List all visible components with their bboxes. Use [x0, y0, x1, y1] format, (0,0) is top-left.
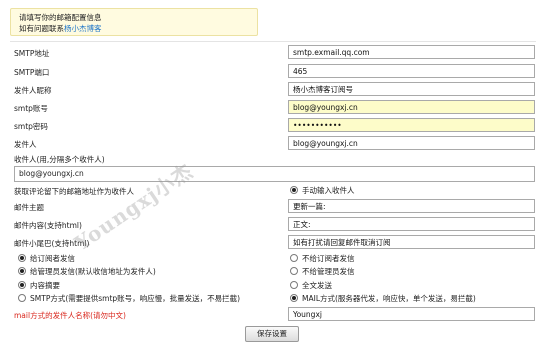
comment-option-label: 获取评论留下的邮箱地址作为收件人	[14, 187, 134, 196]
smtp-account-label: smtp账号	[14, 104, 48, 113]
sender-row: 发件人 blog@youngxj.cn	[0, 136, 546, 152]
subscriber-send-radio[interactable]: 给订阅者发信	[18, 254, 75, 264]
admin-send-radio[interactable]: 给管理员发信(默认收信地址为发件人)	[18, 267, 156, 277]
mail-footer-row: 邮件小尾巴(支持html) 如有打扰请回复邮件取消订阅	[0, 235, 546, 251]
sender-input[interactable]: blog@youngxj.cn	[288, 136, 535, 150]
smtp-password-row: smtp密码 •••••••••••	[0, 118, 546, 134]
sender-nickname-row: 发件人昵称 杨小杰博客订阅号	[0, 82, 546, 98]
radio-checked-icon	[18, 254, 26, 262]
mail-subject-label: 邮件主题	[14, 203, 44, 212]
sender-nickname-input[interactable]: 杨小杰博客订阅号	[288, 82, 535, 96]
smtp-password-label: smtp密码	[14, 122, 48, 131]
smtp-port-label: SMTP端口	[14, 68, 50, 77]
smtp-mode-label: SMTP方式(需要提供smtp账号，响应慢，批量发送，不易拦截)	[30, 294, 241, 303]
smtp-mode-radio[interactable]: SMTP方式(需要提供smtp账号，响应慢，批量发送，不易拦截)	[18, 294, 240, 304]
radio-unchecked-icon	[290, 267, 298, 275]
radio-checked-icon	[18, 267, 26, 275]
notice-line-2: 如有问题联系杨小杰博客	[19, 23, 249, 34]
mail-sender-input[interactable]: Youngxj	[288, 307, 535, 321]
divider	[10, 41, 536, 42]
mail-body-row: 邮件内容(支持html) 正文:	[0, 217, 546, 233]
radio-unchecked-icon	[18, 294, 26, 302]
recipient-label: 收件人(用,分隔多个收件人)	[14, 155, 105, 164]
radio-checked-icon	[290, 186, 298, 194]
smtp-host-label: SMTP地址	[14, 49, 50, 58]
admin-nosend-radio[interactable]: 不给管理员发信	[290, 267, 355, 277]
summary-radio[interactable]: 内容摘要	[18, 281, 60, 291]
manual-recipient-label: 手动输入收件人	[302, 186, 355, 195]
radio-checked-icon	[290, 294, 298, 302]
radio-unchecked-icon	[290, 281, 298, 289]
subscriber-send-label: 给订阅者发信	[30, 254, 75, 263]
sender-nickname-label: 发件人昵称	[14, 86, 52, 95]
summary-label: 内容摘要	[30, 281, 60, 290]
subscriber-nosend-label: 不给订阅者发信	[302, 254, 355, 263]
smtp-port-input[interactable]: 465	[288, 64, 535, 78]
mail-subject-row: 邮件主题 更新一篇:	[0, 199, 546, 215]
smtp-account-input[interactable]: blog@youngxj.cn	[288, 100, 535, 114]
admin-send-label: 给管理员发信(默认收信地址为发件人)	[30, 267, 156, 276]
full-text-label: 全文发送	[302, 281, 332, 290]
mail-mode-label: MAIL方式(服务器代发，响应快，单个发送，易拦截)	[302, 294, 476, 303]
mail-footer-input[interactable]: 如有打扰请回复邮件取消订阅	[288, 235, 535, 249]
blog-link[interactable]: 杨小杰博客	[64, 24, 102, 33]
mail-footer-label: 邮件小尾巴(支持html)	[14, 239, 90, 248]
radio-checked-icon	[18, 281, 26, 289]
subscriber-nosend-radio[interactable]: 不给订阅者发信	[290, 254, 355, 264]
sender-label: 发件人	[14, 140, 37, 149]
recipient-input[interactable]: blog@youngxj.cn	[14, 166, 535, 182]
mail-body-input[interactable]: 正文:	[288, 217, 535, 231]
radio-unchecked-icon	[290, 254, 298, 262]
mail-body-label: 邮件内容(支持html)	[14, 221, 82, 230]
smtp-host-row: SMTP地址 smtp.exmail.qq.com	[0, 45, 546, 61]
notice-box: 请填写你的邮箱配置信息 如有问题联系杨小杰博客	[10, 8, 258, 36]
mail-sender-label: mail方式的发件人名称(请勿中文)	[14, 311, 126, 320]
mail-sender-row: mail方式的发件人名称(请勿中文) Youngxj	[0, 307, 546, 323]
manual-recipient-radio[interactable]: 手动输入收件人	[290, 186, 355, 196]
save-settings-button[interactable]: 保存设置	[245, 326, 299, 342]
notice-line-2-prefix: 如有问题联系	[19, 24, 64, 33]
mail-mode-radio[interactable]: MAIL方式(服务器代发，响应快，单个发送，易拦截)	[290, 294, 476, 304]
comment-option-row: 获取评论留下的邮箱地址作为收件人 手动输入收件人	[0, 183, 546, 199]
admin-nosend-label: 不给管理员发信	[302, 267, 355, 276]
smtp-password-input[interactable]: •••••••••••	[288, 118, 535, 132]
smtp-port-row: SMTP端口 465	[0, 64, 546, 80]
notice-line-1: 请填写你的邮箱配置信息	[19, 13, 102, 22]
mail-subject-input[interactable]: 更新一篇:	[288, 199, 535, 213]
smtp-host-input[interactable]: smtp.exmail.qq.com	[288, 45, 535, 59]
smtp-account-row: smtp账号 blog@youngxj.cn	[0, 100, 546, 116]
full-text-radio[interactable]: 全文发送	[290, 281, 332, 291]
